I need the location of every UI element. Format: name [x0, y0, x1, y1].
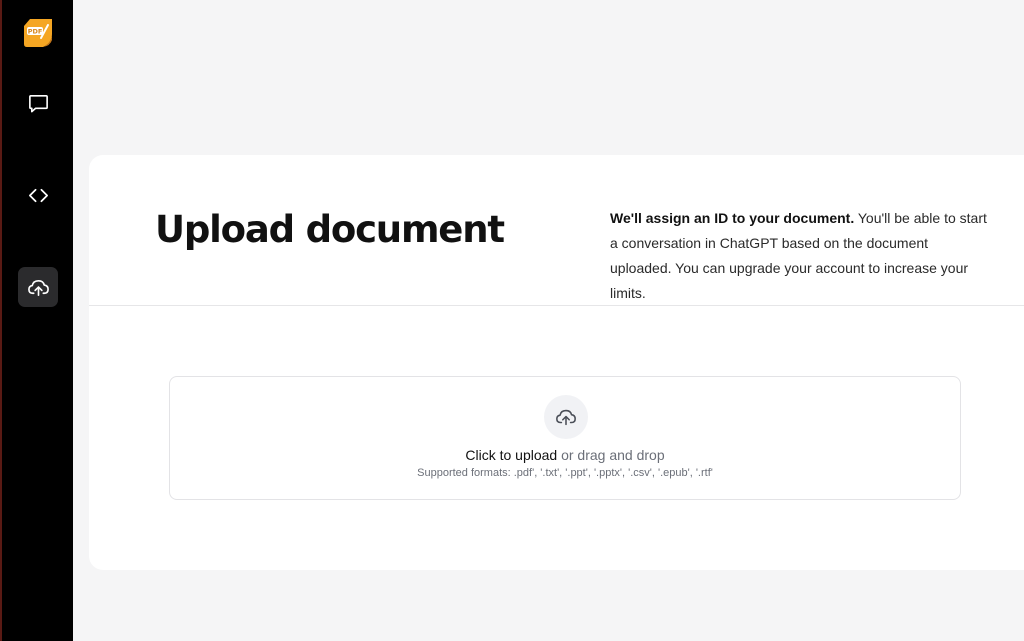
- sidebar-edge: [0, 0, 2, 641]
- upload-icon-circle[interactable]: [544, 395, 588, 439]
- chat-icon: [28, 94, 48, 112]
- upload-card: Upload document We'll assign an ID to yo…: [89, 155, 1024, 570]
- page-title: Upload document: [155, 208, 505, 251]
- code-icon: [28, 188, 48, 202]
- sidebar: PDF: [0, 0, 73, 641]
- svg-text:PDF: PDF: [28, 27, 43, 35]
- divider: [89, 305, 1024, 306]
- upload-icon: [556, 409, 576, 426]
- upload-prompt: Click to upload or drag and drop: [170, 446, 960, 464]
- description-bold: We'll assign an ID to your document.: [610, 210, 855, 226]
- pdf-logo-icon[interactable]: PDF: [21, 16, 55, 50]
- file-dropzone[interactable]: Click to upload or drag and drop Support…: [169, 376, 961, 500]
- sidebar-item-code[interactable]: [18, 175, 58, 215]
- cloud-upload-icon: [27, 279, 49, 296]
- drag-drop-text: or drag and drop: [557, 447, 665, 463]
- page-description: We'll assign an ID to your document. You…: [610, 206, 990, 306]
- click-to-upload-link[interactable]: Click to upload: [465, 447, 557, 463]
- sidebar-item-chat[interactable]: [18, 83, 58, 123]
- supported-formats: Supported formats: .pdf', '.txt', '.ppt'…: [417, 467, 713, 479]
- sidebar-item-upload[interactable]: [18, 267, 58, 307]
